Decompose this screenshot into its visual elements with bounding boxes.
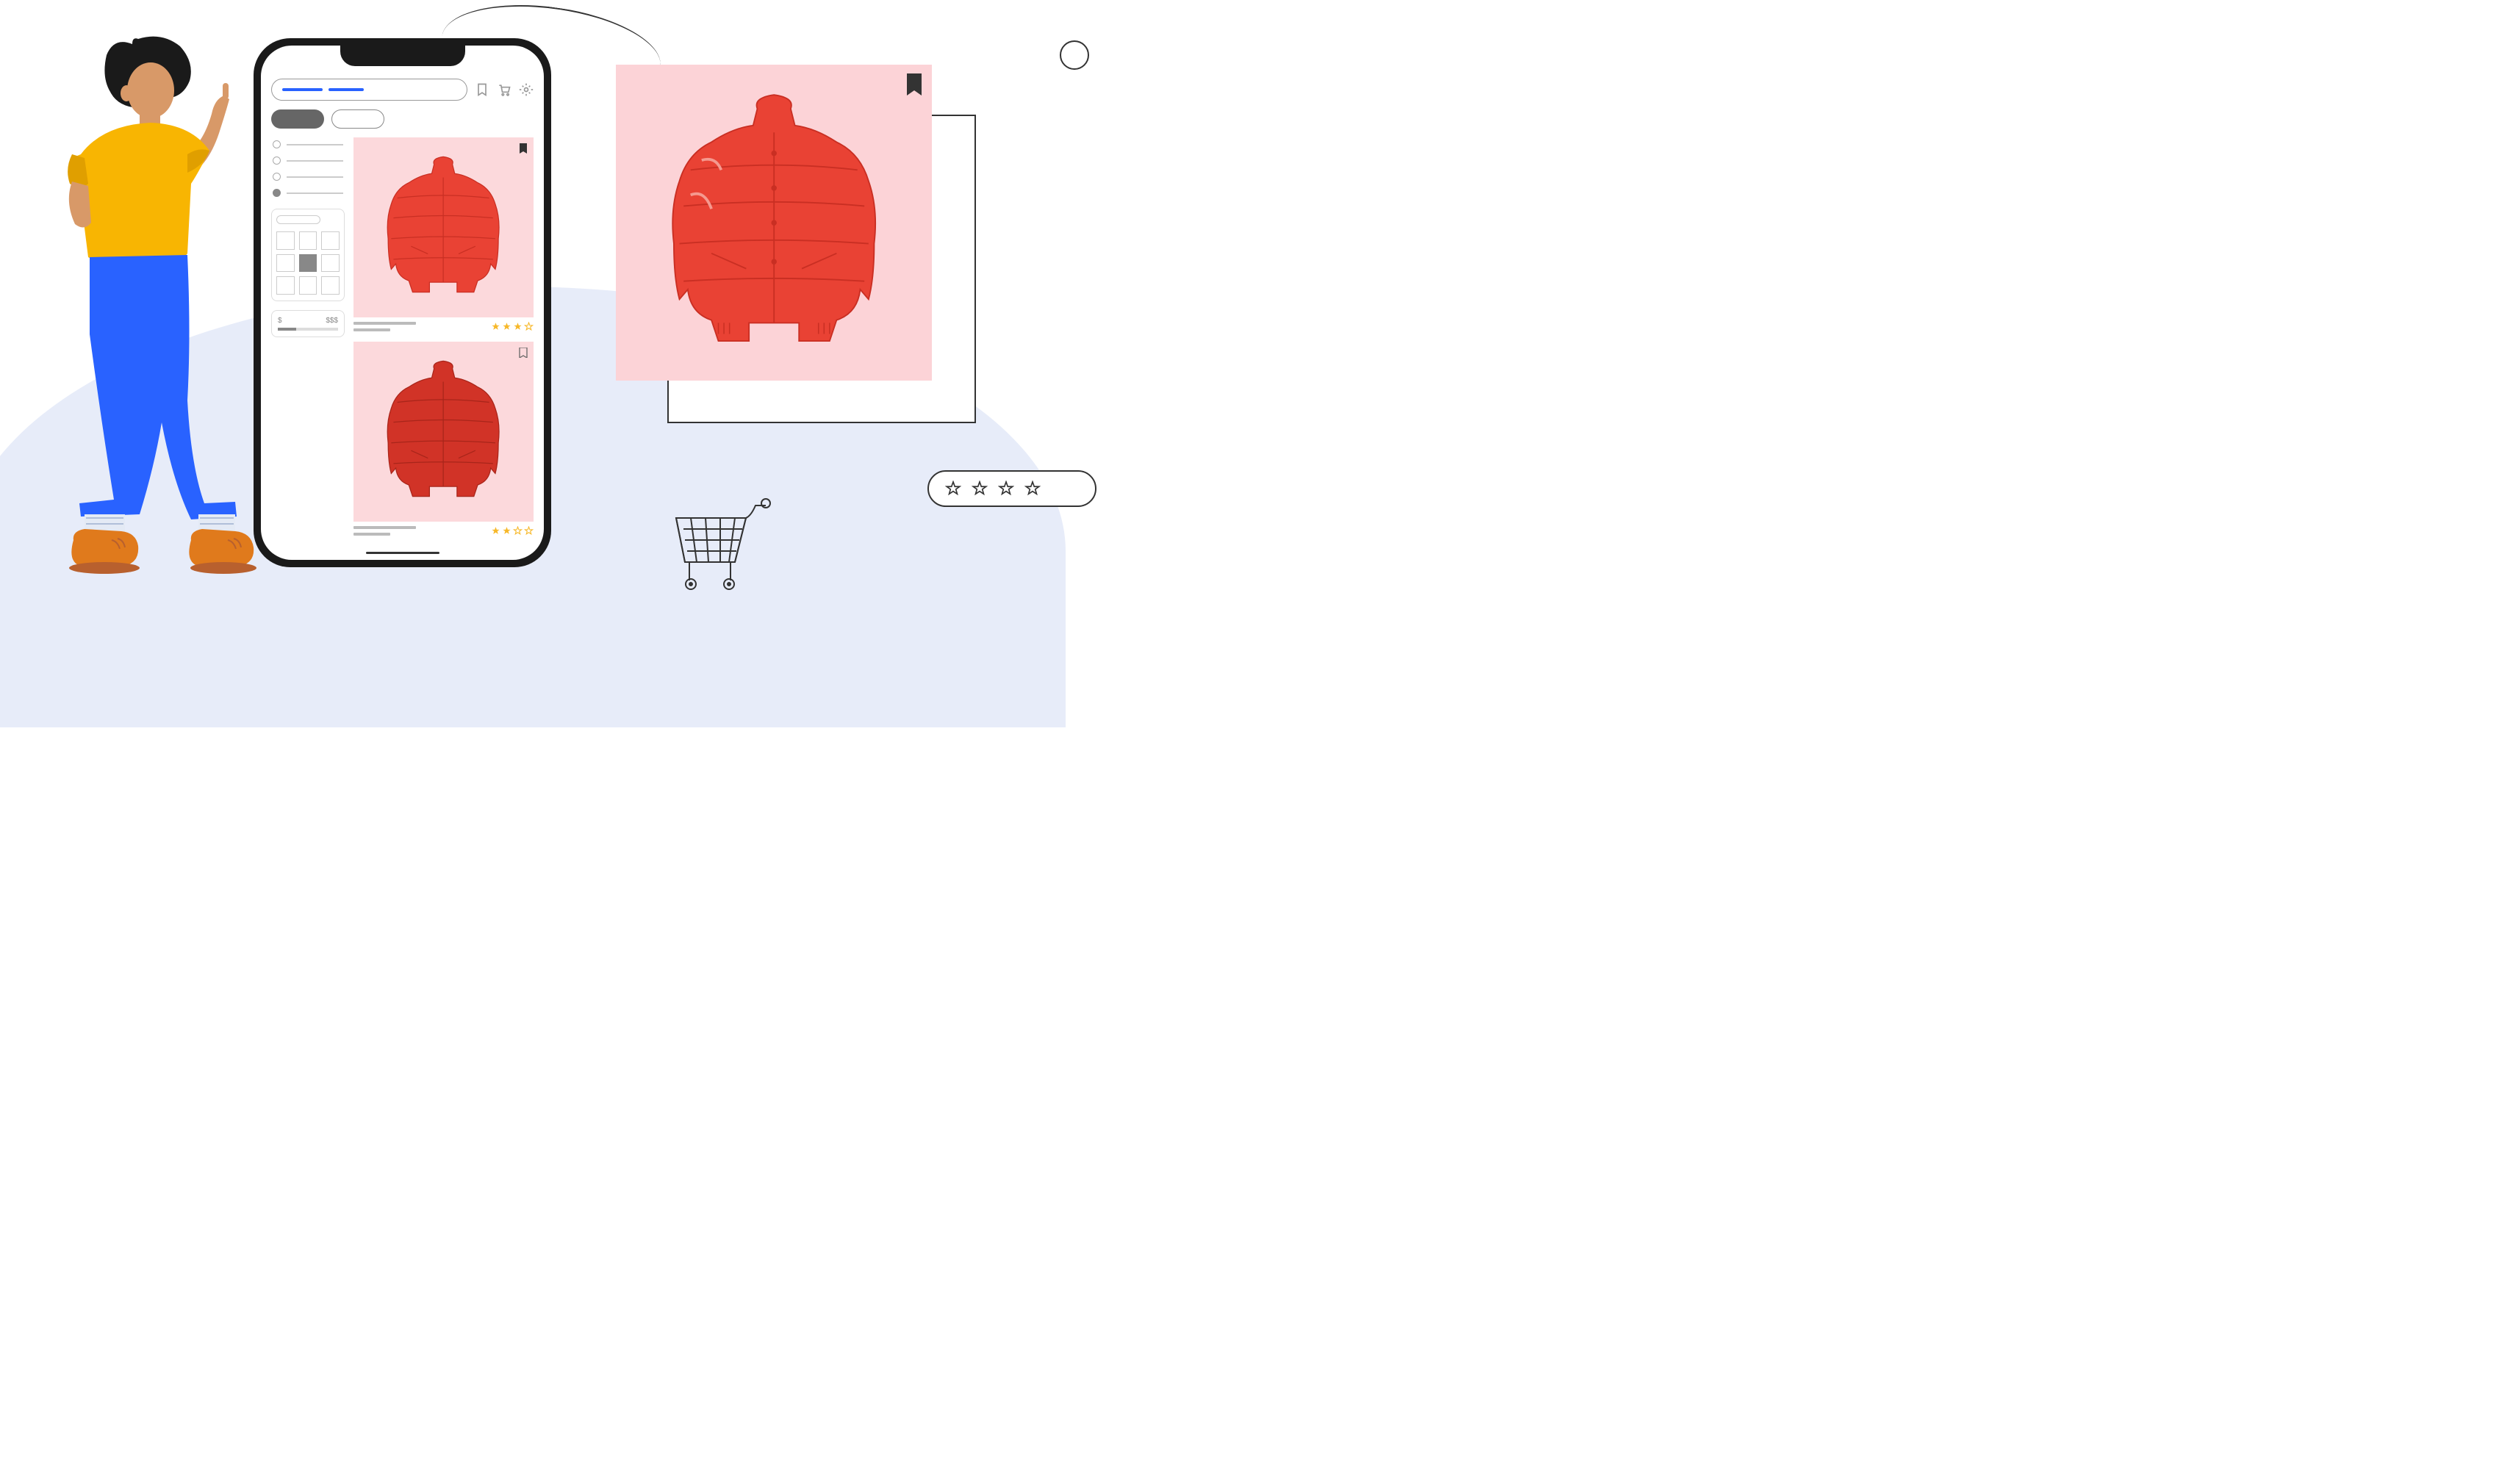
grid-filter-option[interactable] [276,276,295,295]
product-image [353,137,534,317]
radio-option[interactable] [273,156,343,165]
price-high-label: $$$ [326,317,338,325]
grid-filter-option[interactable] [321,254,340,273]
radio-option[interactable] [273,173,343,181]
grid-filter-option[interactable] [321,231,340,250]
price-slider-track[interactable] [278,328,338,331]
price-slider-fill [278,328,296,331]
bookmark-icon[interactable] [519,143,528,154]
rating-widget[interactable] [927,470,1096,507]
grid-filter-option[interactable] [276,231,295,250]
radio-filter-list [271,137,345,200]
search-text-placeholder [329,88,364,91]
cart-illustration [661,492,779,595]
star-icon [1024,481,1041,497]
product-rating [491,526,534,536]
circle-decoration [1060,40,1089,70]
radio-option[interactable] [273,140,343,148]
search-input[interactable] [271,79,467,101]
price-low-label: $ [278,317,282,325]
radio-option[interactable] [273,189,343,197]
grid-filter [271,209,345,301]
phone-device: $ $$$ [254,38,551,567]
grid-filter-option[interactable] [321,276,340,295]
product-text [353,322,416,331]
filters-sidebar: $ $$$ [271,137,345,536]
grid-filter-option[interactable] [276,254,295,273]
cart-icon[interactable] [497,82,511,97]
bookmark-icon[interactable] [519,348,528,358]
person-illustration [44,26,257,606]
search-text-placeholder [282,88,323,91]
featured-product-callout [616,65,943,381]
star-icon [945,481,961,497]
grid-filter-option-selected[interactable] [299,254,317,273]
product-image [353,342,534,522]
chip-active[interactable] [271,109,324,129]
phone-topbar [271,79,534,101]
product-rating [491,322,534,331]
product-card[interactable] [353,137,534,331]
product-list [353,137,534,536]
phone-notch [340,46,465,66]
star-icon [998,481,1014,497]
featured-product-image [616,65,932,381]
star-icon [972,481,988,497]
product-card[interactable] [353,342,534,536]
grid-filter-option[interactable] [299,276,317,295]
grid-filter-header [276,215,320,224]
bookmark-icon[interactable] [475,82,489,97]
phone-screen: $ $$$ [261,46,544,560]
grid-filter-option[interactable] [299,231,317,250]
filter-chips [271,109,534,129]
settings-icon[interactable] [519,82,534,97]
phone-home-indicator [366,552,439,554]
price-filter[interactable]: $ $$$ [271,310,345,337]
chip-inactive[interactable] [331,109,384,129]
product-text [353,526,416,536]
bookmark-icon[interactable] [905,73,923,96]
